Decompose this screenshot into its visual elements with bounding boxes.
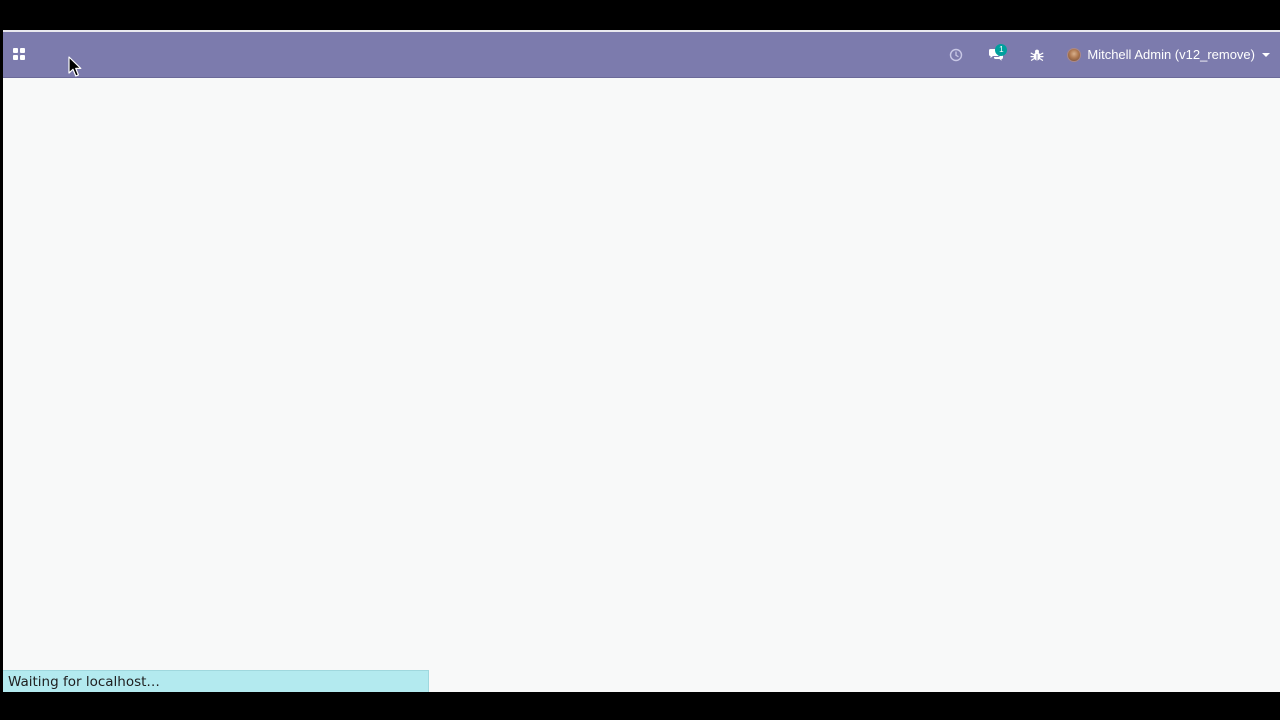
top-letterbox <box>0 0 1280 30</box>
messaging-menu-button[interactable]: 1 <box>975 32 1017 77</box>
messaging-badge: 1 <box>995 44 1008 56</box>
debug-menu-button[interactable] <box>1019 32 1055 77</box>
apps-grid-icon[interactable] <box>13 48 25 60</box>
browser-status-bar: Waiting for localhost… <box>3 670 429 692</box>
main-content-area <box>3 78 1280 692</box>
user-menu-button[interactable]: Mitchell Admin (v12_remove) <box>1067 32 1270 77</box>
bottom-letterbox <box>0 692 1280 720</box>
activity-menu-button[interactable] <box>941 32 971 77</box>
status-text: Waiting for localhost… <box>8 673 160 690</box>
bug-icon <box>1030 49 1044 61</box>
left-edge <box>0 30 3 692</box>
screen: 1 Mitchell Admin (v12_remove) Waiting fo… <box>0 0 1280 720</box>
main-navbar: 1 Mitchell Admin (v12_remove) <box>3 32 1280 78</box>
user-name: Mitchell Admin (v12_remove) <box>1087 47 1255 62</box>
caret-down-icon <box>1262 52 1270 57</box>
clock-icon <box>950 48 963 61</box>
navbar-systray: 1 Mitchell Admin (v12_remove) <box>941 32 1270 77</box>
avatar <box>1067 47 1082 62</box>
